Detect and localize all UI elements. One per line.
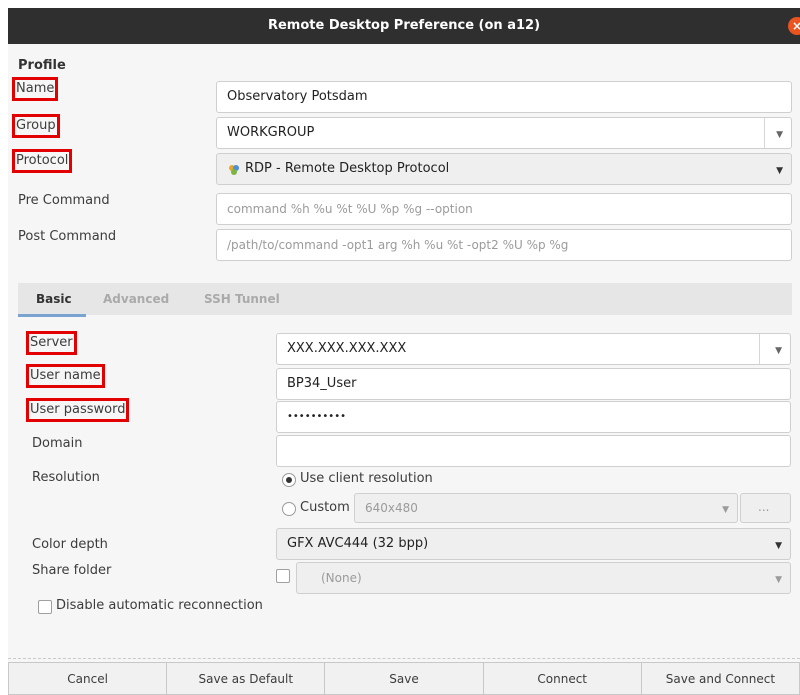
use-client-resolution-radio[interactable] bbox=[282, 473, 296, 487]
use-client-resolution-label: Use client resolution bbox=[300, 471, 433, 486]
chevron-down-icon[interactable]: ▼ bbox=[775, 575, 782, 585]
tab-advanced[interactable]: Advanced bbox=[103, 292, 169, 306]
group-combo[interactable]: WORKGROUP ▼ bbox=[216, 117, 792, 149]
chevron-down-icon[interactable]: ▼ bbox=[776, 166, 783, 176]
share-folder-combo[interactable]: (None) ▼ bbox=[296, 562, 791, 594]
protocol-label: Protocol bbox=[12, 149, 73, 173]
domain-label: Domain bbox=[32, 436, 83, 451]
username-value: BP34_User bbox=[287, 376, 357, 391]
tab-bar: Basic Advanced SSH Tunnel bbox=[18, 283, 792, 315]
disable-reconnect-checkbox[interactable] bbox=[38, 600, 52, 614]
chevron-down-icon[interactable]: ▼ bbox=[775, 346, 782, 356]
server-value: XXX.XXX.XXX.XXX bbox=[287, 341, 407, 356]
protocol-icon bbox=[227, 163, 241, 181]
protocol-select[interactable]: RDP - Remote Desktop Protocol ▼ bbox=[216, 153, 792, 185]
password-value: •••••••••• bbox=[287, 411, 346, 422]
window-title: Remote Desktop Preference (on a12) bbox=[267, 18, 541, 33]
profile-heading: Profile bbox=[18, 58, 66, 73]
name-label: Name bbox=[12, 77, 59, 101]
server-combo[interactable]: XXX.XXX.XXX.XXX ▼ bbox=[276, 333, 791, 365]
active-tab-indicator bbox=[18, 314, 86, 317]
save-and-connect-button[interactable]: Save and Connect bbox=[640, 662, 800, 695]
post-command-label: Post Command bbox=[18, 229, 117, 244]
color-depth-select[interactable]: GFX AVC444 (32 bpp) ▼ bbox=[276, 528, 791, 560]
custom-resolution-radio[interactable] bbox=[282, 502, 296, 516]
pre-command-label: Pre Command bbox=[18, 193, 110, 208]
color-depth-label: Color depth bbox=[32, 537, 108, 552]
more-options-label: ... bbox=[758, 500, 770, 514]
cancel-button[interactable]: Cancel bbox=[8, 662, 167, 695]
title-bar: Remote Desktop Preference (on a12) × bbox=[8, 8, 800, 44]
custom-label: Custom bbox=[300, 500, 350, 515]
custom-resolution-value: 640x480 bbox=[365, 501, 418, 515]
share-folder-value: (None) bbox=[321, 571, 362, 585]
server-label: Server bbox=[26, 331, 77, 355]
share-folder-checkbox[interactable] bbox=[276, 569, 290, 583]
chevron-down-icon[interactable]: ▼ bbox=[776, 130, 783, 140]
close-icon[interactable]: × bbox=[788, 17, 800, 35]
chevron-down-icon[interactable]: ▼ bbox=[775, 541, 782, 551]
tab-ssh-tunnel[interactable]: SSH Tunnel bbox=[204, 292, 280, 306]
save-as-default-button[interactable]: Save as Default bbox=[166, 662, 325, 695]
pre-command-placeholder: command %h %u %t %U %p %g --option bbox=[227, 202, 473, 216]
username-label: User name bbox=[26, 364, 105, 388]
password-label: User password bbox=[26, 398, 130, 422]
divider bbox=[8, 658, 800, 659]
post-command-placeholder: /path/to/command -opt1 arg %h %u %t -opt… bbox=[227, 238, 569, 252]
tab-basic[interactable]: Basic bbox=[36, 292, 72, 306]
custom-resolution-combo[interactable]: 640x480 ▼ bbox=[354, 493, 738, 523]
protocol-value: RDP - Remote Desktop Protocol bbox=[245, 161, 450, 176]
name-field[interactable]: Observatory Potsdam bbox=[216, 81, 792, 113]
group-value: WORKGROUP bbox=[227, 125, 315, 140]
save-button[interactable]: Save bbox=[324, 662, 483, 695]
domain-input[interactable] bbox=[276, 435, 791, 467]
button-bar: Cancel Save as Default Save Connect Save… bbox=[8, 662, 800, 695]
resolution-label: Resolution bbox=[32, 470, 100, 485]
group-label: Group bbox=[12, 114, 60, 138]
chevron-down-icon[interactable]: ▼ bbox=[722, 505, 729, 515]
username-input[interactable]: BP34_User bbox=[276, 368, 791, 400]
connect-button[interactable]: Connect bbox=[482, 662, 641, 695]
password-input[interactable]: •••••••••• bbox=[276, 401, 791, 433]
post-command-input[interactable]: /path/to/command -opt1 arg %h %u %t -opt… bbox=[216, 229, 792, 261]
name-value: Observatory Potsdam bbox=[227, 89, 368, 104]
pre-command-input[interactable]: command %h %u %t %U %p %g --option bbox=[216, 193, 792, 225]
disable-reconnect-label: Disable automatic reconnection bbox=[56, 598, 263, 613]
more-options-button[interactable]: ... bbox=[740, 493, 791, 523]
color-depth-value: GFX AVC444 (32 bpp) bbox=[287, 536, 429, 551]
share-folder-label: Share folder bbox=[32, 563, 112, 578]
